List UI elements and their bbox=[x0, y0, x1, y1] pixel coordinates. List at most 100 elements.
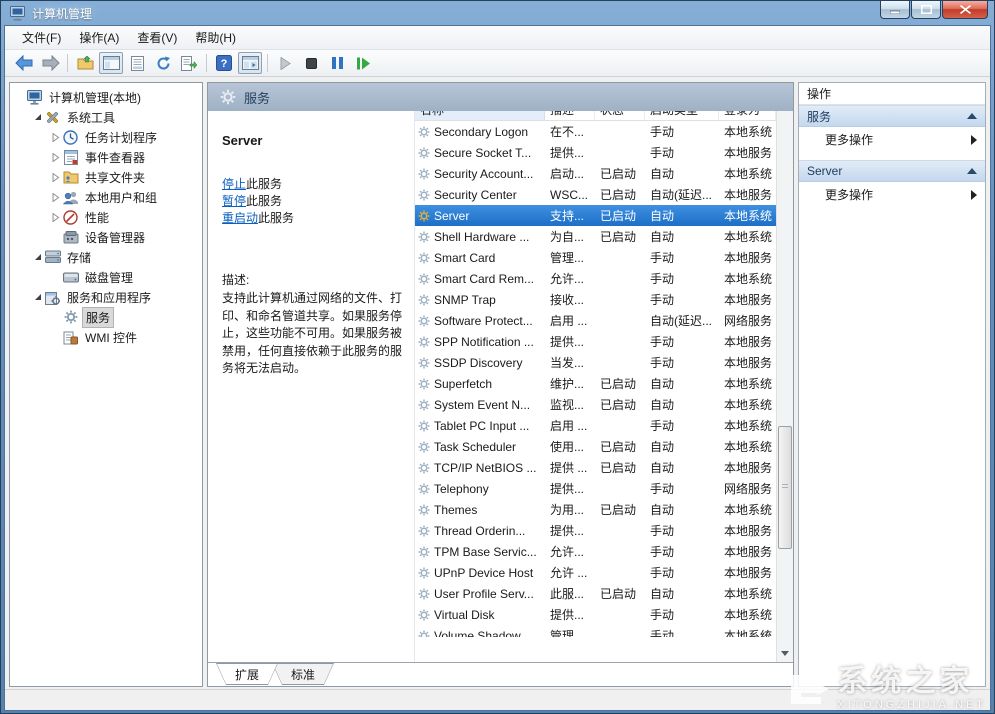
column-header-3[interactable]: 启动类型 bbox=[645, 111, 719, 120]
start-service-button[interactable] bbox=[273, 52, 297, 74]
service-row[interactable]: Smart Card管理...手动本地服务 bbox=[415, 247, 793, 268]
service-row[interactable]: Software Protect...启用 ...自动(延迟...网络服务 bbox=[415, 310, 793, 331]
service-name: Tablet PC Input ... bbox=[434, 419, 529, 433]
service-row[interactable]: SSDP Discovery当发...手动本地服务 bbox=[415, 352, 793, 373]
show-action-pane-button[interactable] bbox=[238, 52, 262, 74]
services-apps-icon bbox=[44, 290, 61, 305]
service-row[interactable]: Secure Socket T...提供...手动本地服务 bbox=[415, 142, 793, 163]
closed-expander-icon[interactable] bbox=[50, 193, 62, 202]
refresh-button[interactable] bbox=[151, 52, 175, 74]
service-row[interactable]: User Profile Serv...此服...已启动自动本地系统 bbox=[415, 583, 793, 604]
service-row[interactable]: SPP Notification ...提供...手动本地服务 bbox=[415, 331, 793, 352]
service-row[interactable]: Secondary Logon在不...手动本地系统 bbox=[415, 121, 793, 142]
action-section-Server[interactable]: Server bbox=[799, 160, 985, 182]
collapse-icon[interactable] bbox=[967, 113, 977, 119]
tree-item-1[interactable]: 系统工具 bbox=[10, 107, 202, 127]
service-row[interactable]: Superfetch维护...已启动自动本地系统 bbox=[415, 373, 793, 394]
tree-item-9[interactable]: 磁盘管理 bbox=[10, 267, 202, 287]
vertical-scrollbar[interactable] bbox=[776, 111, 793, 662]
pause-service-button[interactable] bbox=[325, 52, 349, 74]
close-button[interactable] bbox=[942, 1, 988, 19]
scroll-up-button[interactable] bbox=[777, 111, 793, 116]
service-row[interactable]: Thread Orderin...提供...手动本地服务 bbox=[415, 520, 793, 541]
action-section-服务[interactable]: 服务 bbox=[799, 105, 985, 127]
menu-item-0[interactable]: 文件(F) bbox=[13, 26, 70, 49]
tree-item-4[interactable]: 共享文件夹 bbox=[10, 167, 202, 187]
open-expander-icon[interactable] bbox=[32, 253, 44, 261]
service-row[interactable]: Security Account...启动...已启动自动本地系统 bbox=[415, 163, 793, 184]
export-list-button[interactable] bbox=[177, 52, 201, 74]
service-row[interactable]: TCP/IP NetBIOS ...提供 ...已启动自动本地服务 bbox=[415, 457, 793, 478]
service-row[interactable]: SNMP Trap接收...手动本地服务 bbox=[415, 289, 793, 310]
maximize-button[interactable] bbox=[911, 1, 941, 19]
service-row[interactable]: Smart Card Rem...允许...手动本地系统 bbox=[415, 268, 793, 289]
menu-item-3[interactable]: 帮助(H) bbox=[186, 26, 245, 49]
action-item-more-actions[interactable]: 更多操作 bbox=[799, 127, 985, 152]
service-logon-cell: 本地服务 bbox=[719, 459, 776, 476]
service-row[interactable]: TPM Base Servic...允许...手动本地服务 bbox=[415, 541, 793, 562]
service-row[interactable]: Shell Hardware ...为自...已启动自动本地系统 bbox=[415, 226, 793, 247]
help-button[interactable]: ? bbox=[212, 52, 236, 74]
stop-service-button[interactable] bbox=[299, 52, 323, 74]
forward-icon bbox=[41, 55, 60, 71]
tree-item-2[interactable]: 任务计划程序 bbox=[10, 127, 202, 147]
properties-button[interactable] bbox=[125, 52, 149, 74]
closed-expander-icon[interactable] bbox=[50, 133, 62, 142]
tree-item-5[interactable]: 本地用户和组 bbox=[10, 187, 202, 207]
closed-expander-icon[interactable] bbox=[50, 153, 62, 162]
stop-service-icon bbox=[306, 58, 317, 69]
action-item-more-actions[interactable]: 更多操作 bbox=[799, 182, 985, 207]
tab-扩展[interactable]: 扩展 bbox=[216, 663, 278, 685]
menu-item-1[interactable]: 操作(A) bbox=[70, 26, 128, 49]
service-row[interactable]: Virtual Disk提供...手动本地系统 bbox=[415, 604, 793, 625]
action-pane-title: 操作 bbox=[799, 83, 985, 105]
tree-item-12[interactable]: WMI 控件 bbox=[10, 327, 202, 347]
open-expander-icon[interactable] bbox=[32, 293, 44, 301]
service-row[interactable]: Task Scheduler使用...已启动自动本地系统 bbox=[415, 436, 793, 457]
tree-item-3[interactable]: 事件查看器 bbox=[10, 147, 202, 167]
closed-expander-icon[interactable] bbox=[50, 213, 62, 222]
tab-标准[interactable]: 标准 bbox=[272, 663, 334, 685]
closed-expander-icon[interactable] bbox=[50, 173, 62, 182]
back-button[interactable] bbox=[12, 52, 36, 74]
column-header-0[interactable]: 名称 bbox=[415, 111, 545, 120]
service-desc-cell: 使用... bbox=[545, 438, 595, 455]
column-header-1[interactable]: 描述 bbox=[545, 111, 595, 120]
service-row[interactable]: System Event N...监视...已启动自动本地系统 bbox=[415, 394, 793, 415]
tree-item-0[interactable]: 计算机管理(本地) bbox=[10, 87, 202, 107]
collapse-icon[interactable] bbox=[967, 168, 977, 174]
open-expander-icon[interactable] bbox=[32, 113, 44, 121]
show-console-tree-button[interactable] bbox=[99, 52, 123, 74]
service-row[interactable]: Security CenterWSC...已启动自动(延迟...本地服务 bbox=[415, 184, 793, 205]
restart-service-link[interactable]: 重启动 bbox=[222, 211, 258, 225]
tree-item-8[interactable]: 存储 bbox=[10, 247, 202, 267]
service-startup-type-cell: 手动 bbox=[645, 144, 719, 161]
column-header-2[interactable]: 状态 bbox=[595, 111, 645, 120]
service-row[interactable]: UPnP Device Host允许 ...手动本地服务 bbox=[415, 562, 793, 583]
service-row[interactable]: Tablet PC Input ...启用 ...手动本地系统 bbox=[415, 415, 793, 436]
tree-item-6[interactable]: 性能 bbox=[10, 207, 202, 227]
service-row[interactable]: Themes为用...已启动自动本地系统 bbox=[415, 499, 793, 520]
column-header-4[interactable]: 登录为 bbox=[719, 111, 776, 120]
pause-service-link[interactable]: 暂停 bbox=[222, 194, 246, 208]
restart-service-button[interactable] bbox=[351, 52, 375, 74]
export-folder-button[interactable] bbox=[73, 52, 97, 74]
tree-item-7[interactable]: 设备管理器 bbox=[10, 227, 202, 247]
tree-item-label: 性能 bbox=[82, 208, 112, 227]
service-row[interactable]: Server支持...已启动自动本地系统 bbox=[415, 205, 793, 226]
scroll-down-button[interactable] bbox=[777, 645, 793, 662]
scrollbar-thumb[interactable] bbox=[778, 426, 792, 550]
export-folder-icon bbox=[77, 56, 94, 70]
service-description-text: 支持此计算机通过网络的文件、打印、和命名管道共享。如果服务停止，这些功能不可用。… bbox=[222, 290, 406, 378]
task-scheduler-icon bbox=[62, 130, 79, 145]
tree-item-10[interactable]: 服务和应用程序 bbox=[10, 287, 202, 307]
minimize-button[interactable] bbox=[880, 1, 910, 19]
service-row[interactable]: Volume Shadow ...管理...手动本地系统 bbox=[415, 625, 793, 637]
service-startup-type-cell: 自动 bbox=[645, 396, 719, 413]
forward-button[interactable] bbox=[38, 52, 62, 74]
service-desc-cell: 启动... bbox=[545, 165, 595, 182]
stop-service-link[interactable]: 停止 bbox=[222, 177, 246, 191]
tree-item-11[interactable]: 服务 bbox=[10, 307, 202, 327]
menu-item-2[interactable]: 查看(V) bbox=[128, 26, 186, 49]
service-row[interactable]: Telephony提供...手动网络服务 bbox=[415, 478, 793, 499]
